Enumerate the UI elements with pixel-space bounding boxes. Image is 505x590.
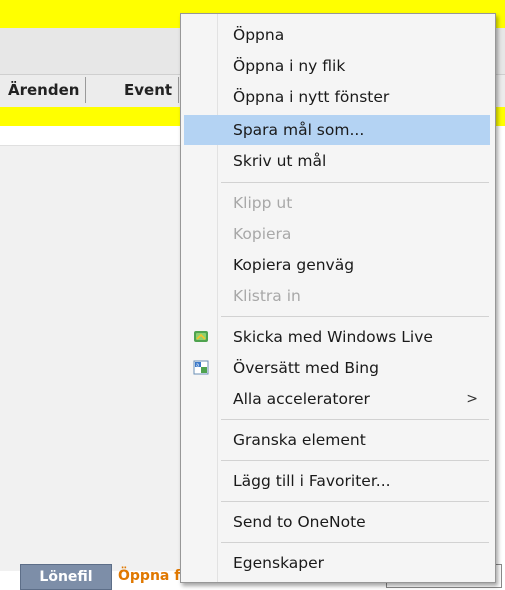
menu-item-cut: Klipp ut [184,189,490,217]
menu-item-label: Skriv ut mål [233,152,327,170]
menu-item-send-windows-live[interactable]: Skicka med Windows Live [184,323,490,351]
menu-item-copy-shortcut[interactable]: Kopiera genväg [184,251,490,279]
menu-item-label: Öppna i ny flik [233,57,346,75]
menu-item-inspect-element[interactable]: Granska element [184,426,490,454]
bing-translate-icon: a [193,360,209,375]
menu-item-label: Kopiera genväg [233,256,355,274]
menu-item-label: Skicka med Windows Live [233,328,433,346]
menu-separator [221,501,489,502]
menu-item-all-accelerators[interactable]: Alla acceleratorer > [184,385,490,413]
nav-tab-event[interactable]: Event [118,77,180,103]
context-menu: Öppna Öppna i ny flik Öppna i nytt fönst… [180,13,496,583]
menu-item-open-new-window[interactable]: Öppna i nytt fönster [184,83,490,111]
menu-separator [221,460,489,461]
svg-text:a: a [196,363,199,369]
menu-item-open[interactable]: Öppna [184,21,490,49]
menu-item-label: Klipp ut [233,194,293,212]
menu-item-properties[interactable]: Egenskaper [184,549,490,577]
menu-separator [221,316,489,317]
menu-item-send-onenote[interactable]: Send to OneNote [184,508,490,536]
menu-item-open-new-tab[interactable]: Öppna i ny flik [184,52,490,80]
menu-item-translate-bing[interactable]: a Översätt med Bing [184,354,490,382]
submenu-arrow-icon: > [466,391,478,407]
menu-item-label: Öppna i nytt fönster [233,88,390,106]
nav-tab-arenden[interactable]: Ärenden [2,77,87,103]
tab-lonefil[interactable]: Lönefil [20,564,112,590]
menu-item-label: Send to OneNote [233,513,366,531]
menu-separator [221,542,489,543]
menu-item-paste: Klistra in [184,282,490,310]
menu-item-label: Lägg till i Favoriter... [233,472,391,490]
menu-separator [221,419,489,420]
left-panel [0,145,184,571]
open-file-link[interactable]: Öppna fil [118,564,189,588]
menu-item-label: Kopiera [233,225,292,243]
menu-item-label: Öppna [233,26,285,44]
menu-item-label: Spara mål som... [233,121,365,139]
menu-item-label: Klistra in [233,287,301,305]
menu-item-label: Egenskaper [233,554,325,572]
menu-item-label: Alla acceleratorer [233,390,370,408]
menu-item-print-target[interactable]: Skriv ut mål [184,147,490,175]
menu-item-save-target-as[interactable]: Spara mål som... [184,115,490,145]
windows-live-icon [194,331,208,342]
menu-item-label: Översätt med Bing [233,359,379,377]
menu-item-add-favorites[interactable]: Lägg till i Favoriter... [184,467,490,495]
menu-item-copy: Kopiera [184,220,490,248]
menu-item-label: Granska element [233,431,366,449]
menu-separator [221,182,489,183]
